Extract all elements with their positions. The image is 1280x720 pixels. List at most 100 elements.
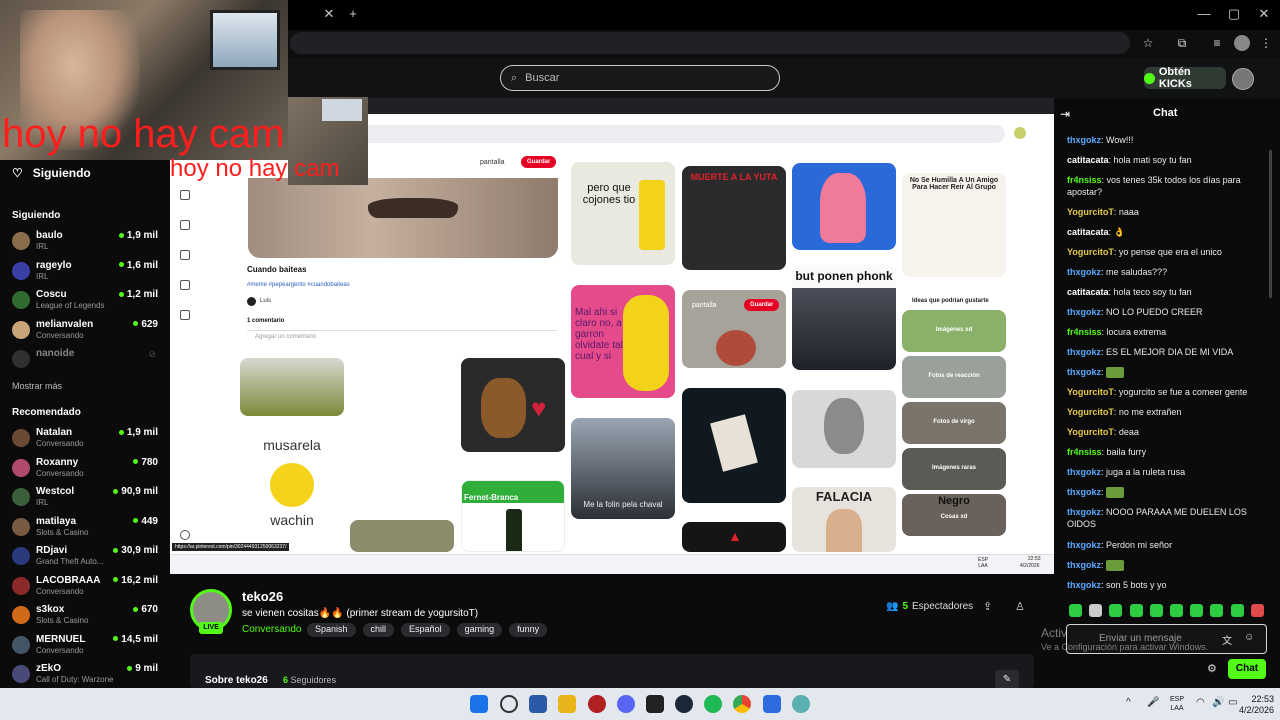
chat-username[interactable]: thxgokz <box>1067 267 1101 277</box>
channel-name: s3kox <box>36 604 65 615</box>
emote-icon[interactable] <box>1069 604 1082 617</box>
chat-username[interactable]: fr4nsiss <box>1067 175 1102 185</box>
chat-scrollbar[interactable] <box>1269 150 1272 298</box>
volume-icon[interactable]: 🔊 <box>1212 697 1224 708</box>
chat-username[interactable]: thxgokz <box>1067 560 1101 570</box>
show-more-link[interactable]: Mostrar más <box>12 381 62 391</box>
sidebar-channel[interactable]: LACOBRAAA Conversando 16,2 mil <box>12 573 162 603</box>
close-window-icon[interactable]: ✕ <box>1256 6 1272 22</box>
close-tab-icon[interactable]: ✕ <box>321 6 337 22</box>
user-avatar[interactable] <box>1232 68 1254 90</box>
minimize-icon[interactable]: — <box>1196 6 1212 22</box>
translate-icon[interactable]: 文 <box>1222 632 1232 647</box>
channel-name[interactable]: teko26 <box>242 589 283 604</box>
chat-send-button[interactable]: Chat <box>1228 659 1266 679</box>
sidebar-channel[interactable]: nanoide ⊘ <box>12 346 162 376</box>
chat-settings-icon[interactable]: ⚙ <box>1207 662 1217 675</box>
emote-icon[interactable] <box>1129 604 1143 617</box>
emoji-icon[interactable]: ☺ <box>1244 632 1254 643</box>
microphone-icon[interactable]: 🎤 <box>1147 697 1159 708</box>
discord-icon[interactable] <box>617 695 635 713</box>
get-kicks-button[interactable]: Obtén KICKs <box>1144 66 1226 90</box>
sidebar-channel[interactable]: zEkO Call of Duty: Warzone 9 mil <box>12 661 162 691</box>
app-teal-icon[interactable] <box>792 695 810 713</box>
extensions-icon[interactable]: ⧉ <box>1174 35 1190 51</box>
search-input[interactable]: ⌕ Buscar <box>500 65 780 91</box>
emote-icon[interactable] <box>1149 604 1163 617</box>
tray-time[interactable]: 22:53 <box>1240 694 1274 704</box>
stream-tag[interactable]: funny <box>509 623 548 637</box>
app-red-icon[interactable] <box>588 695 606 713</box>
chat-username[interactable]: catitacata <box>1067 155 1109 165</box>
sidebar-channel[interactable]: s3kox Slots & Casino 670 <box>12 602 162 632</box>
media-icon[interactable]: ≡ <box>1209 35 1225 51</box>
offline-icon: ⊘ <box>148 349 156 359</box>
chat-username[interactable]: thxgokz <box>1067 307 1101 317</box>
sidebar-channel[interactable]: RDjavi Grand Theft Auto... 30,9 mil <box>12 543 162 573</box>
maximize-icon[interactable]: ▢ <box>1226 6 1242 22</box>
chat-username[interactable]: YogurcitoT <box>1067 247 1114 257</box>
chat-username[interactable]: thxgokz <box>1067 507 1101 517</box>
chat-username[interactable]: thxgokz <box>1067 467 1101 477</box>
collapse-chat-icon[interactable]: ⇥ <box>1060 107 1070 121</box>
sidebar-channel[interactable]: Coscu League of Legends 1,2 mil <box>12 287 162 317</box>
tray-language[interactable]: ESP LAA <box>1166 695 1188 713</box>
sidebar-item-following[interactable]: ♡ Siguiendo <box>12 166 91 180</box>
edit-pencil-icon[interactable]: ✎ <box>995 670 1019 690</box>
emote-icon[interactable] <box>1250 604 1264 617</box>
epic-games-icon[interactable] <box>646 695 664 713</box>
chat-username[interactable]: YogurcitoT <box>1067 207 1114 217</box>
app-blue-icon[interactable] <box>763 695 781 713</box>
chat-username[interactable]: thxgokz <box>1067 367 1101 377</box>
stream-tag[interactable]: chill <box>362 623 395 637</box>
url-field[interactable] <box>290 32 1130 54</box>
stream-tag[interactable]: Español <box>401 623 450 637</box>
chat-username[interactable]: fr4nsiss <box>1067 447 1102 457</box>
file-explorer-icon[interactable] <box>529 695 547 713</box>
chat-username[interactable]: catitacata <box>1067 287 1109 297</box>
sidebar-channel[interactable]: Roxanny Conversando 780 <box>12 455 162 485</box>
share-icon[interactable]: ⇪ <box>983 600 992 613</box>
emote-icon[interactable] <box>1109 604 1123 617</box>
chrome-icon[interactable] <box>733 695 751 713</box>
chat-username[interactable]: thxgokz <box>1067 487 1101 497</box>
follow-user-icon[interactable]: ♙ <box>1015 600 1025 613</box>
sidebar-channel[interactable]: MERNUEL Conversando 14,5 mil <box>12 632 162 662</box>
stream-tag[interactable]: Spanish <box>307 623 356 637</box>
windows-start-icon[interactable] <box>470 695 488 713</box>
chat-username[interactable]: thxgokz <box>1067 540 1101 550</box>
chat-username[interactable]: YogurcitoT <box>1067 427 1114 437</box>
chat-username[interactable]: YogurcitoT <box>1067 407 1114 417</box>
chat-username[interactable]: YogurcitoT <box>1067 387 1114 397</box>
chat-username[interactable]: thxgokz <box>1067 135 1101 145</box>
chat-username[interactable]: thxgokz <box>1067 580 1101 590</box>
chat-username[interactable]: fr4nsiss <box>1067 327 1102 337</box>
no-cam-text-small: hoy no hay cam <box>170 155 340 182</box>
wifi-icon[interactable]: ◠ <box>1196 697 1205 708</box>
sidebar-channel[interactable]: Westcol IRL 90,9 mil <box>12 484 162 514</box>
folder-icon[interactable] <box>558 695 576 713</box>
emote-icon[interactable] <box>1230 604 1244 617</box>
spotify-icon[interactable] <box>704 695 722 713</box>
browser-menu-icon[interactable]: ⋮ <box>1258 35 1274 51</box>
bookmark-star-icon[interactable]: ☆ <box>1140 35 1156 51</box>
emote-icon[interactable] <box>1089 604 1103 617</box>
chat-username[interactable]: thxgokz <box>1067 347 1101 357</box>
tray-chevron-icon[interactable]: ^ <box>1126 697 1131 708</box>
stream-tag[interactable]: gaming <box>456 623 503 637</box>
new-tab-icon[interactable]: + <box>345 6 361 22</box>
stream-category[interactable]: Conversando <box>242 624 301 635</box>
profile-avatar[interactable] <box>1234 35 1250 51</box>
sidebar-channel[interactable]: Natalan Conversando 1,9 mil <box>12 425 162 455</box>
sidebar-channel[interactable]: matilaya Slots & Casino 449 <box>12 514 162 544</box>
chat-username[interactable]: catitacata <box>1067 227 1109 237</box>
emote-icon[interactable] <box>1190 604 1204 617</box>
tray-date[interactable]: 4/2/2026 <box>1234 705 1274 715</box>
steam-icon[interactable] <box>675 695 693 713</box>
taskbar-search-icon[interactable] <box>500 695 518 713</box>
emote-icon[interactable] <box>1170 604 1183 617</box>
sidebar-channel[interactable]: melianvalen Conversando 629 <box>12 317 162 347</box>
emote-icon[interactable] <box>1210 604 1224 617</box>
sidebar-channel[interactable]: baulo IRL 1,9 mil <box>12 228 162 258</box>
sidebar-channel[interactable]: rageylo IRL 1,6 mil <box>12 258 162 288</box>
